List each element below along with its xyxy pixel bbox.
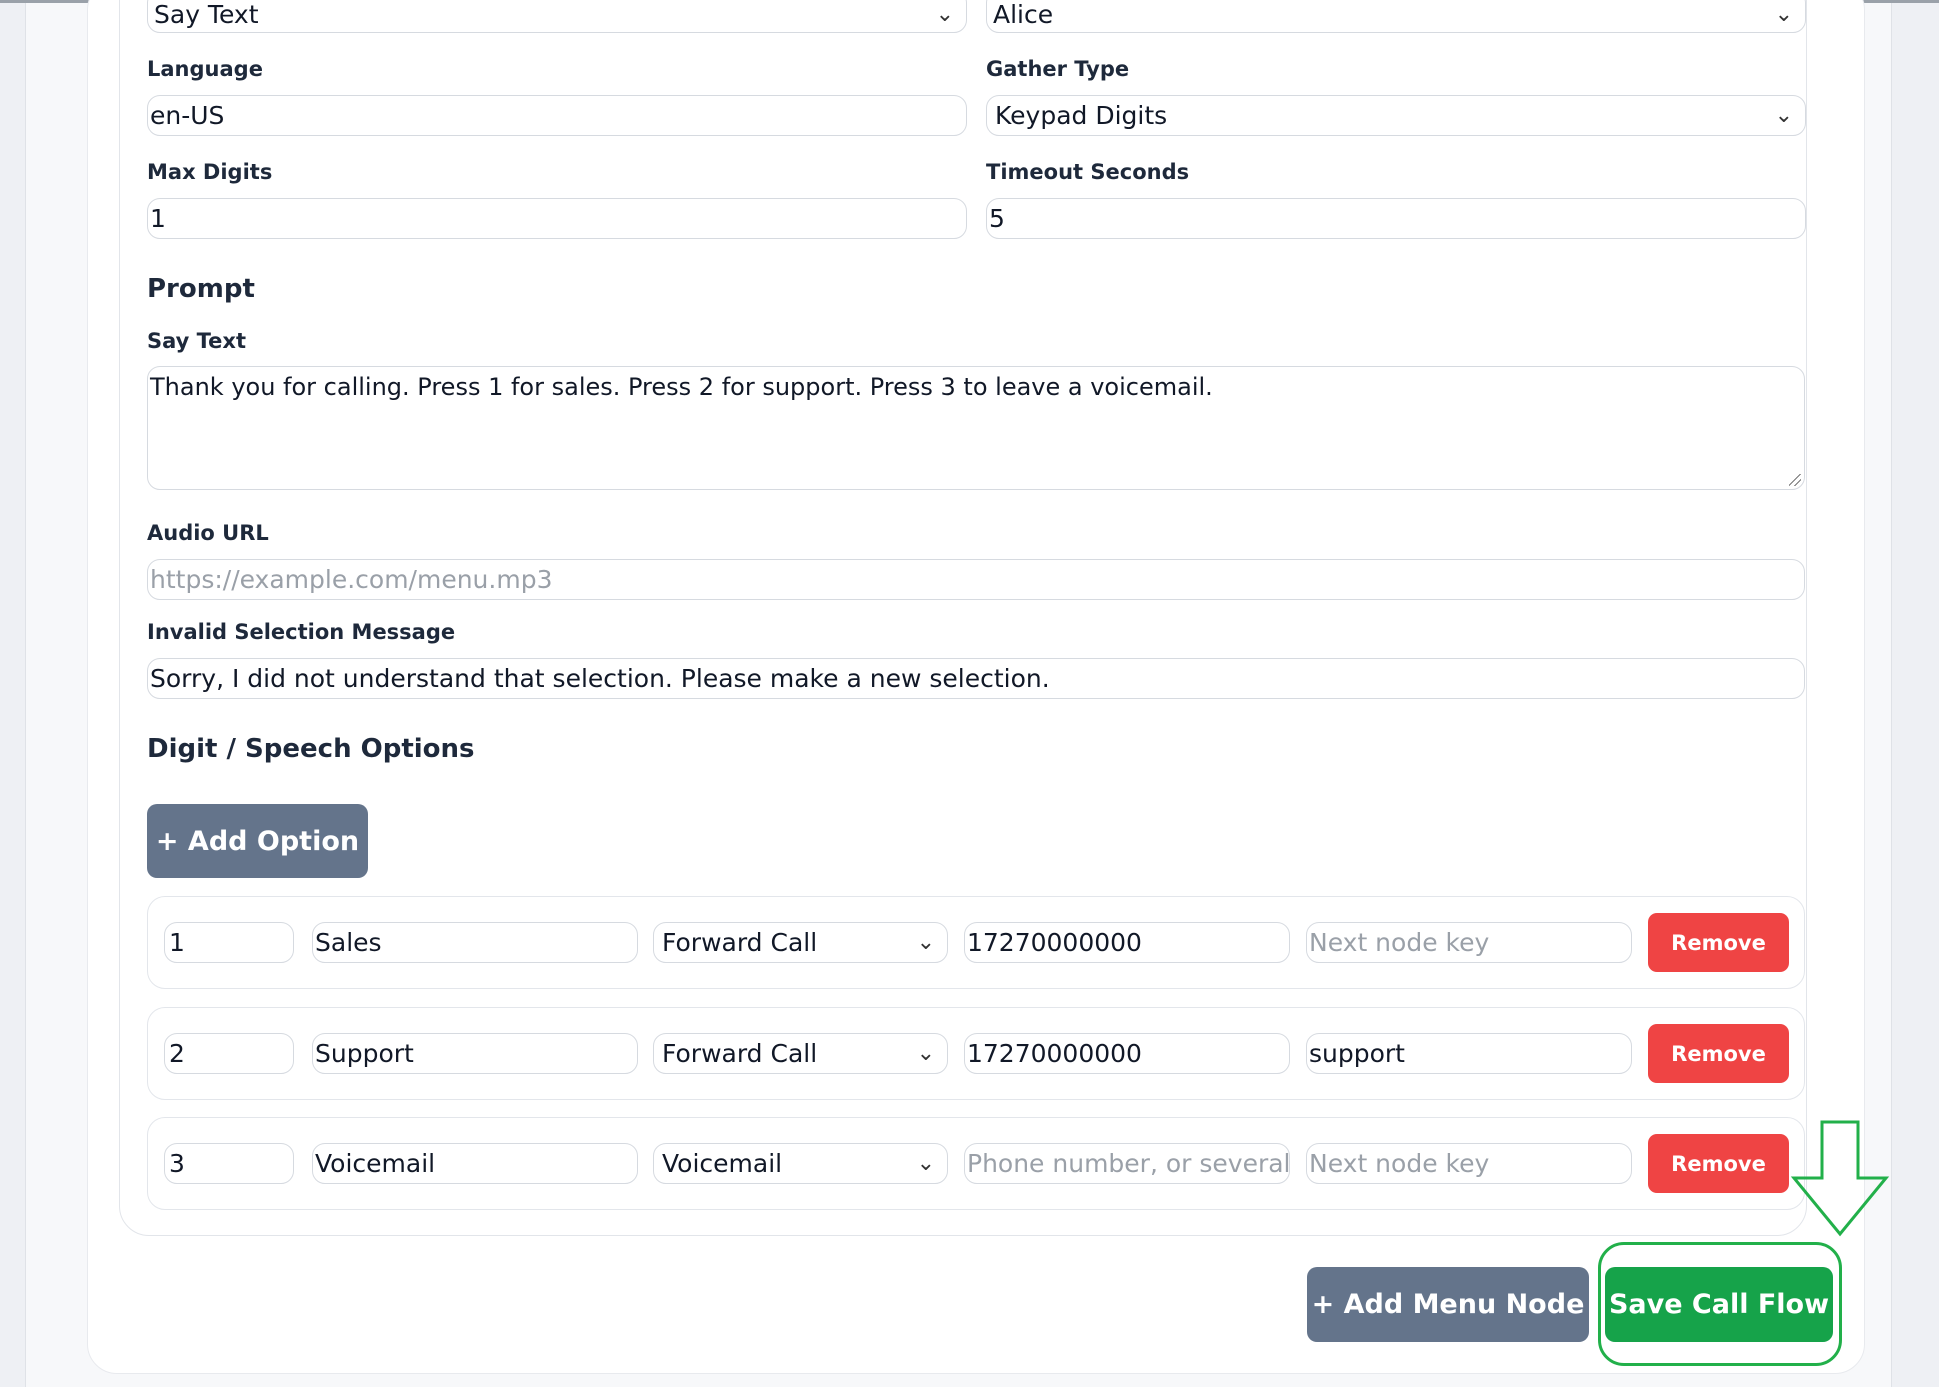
option-action-select[interactable]: Voicemail ⌄ (653, 1143, 948, 1184)
option-name-value: Sales (315, 928, 382, 957)
say-text-textarea[interactable]: Thank you for calling. Press 1 for sales… (147, 366, 1805, 490)
option-name-input[interactable]: Sales (312, 922, 638, 963)
chevron-down-icon: ⌄ (1774, 103, 1793, 128)
gather-type-label: Gather Type (986, 57, 1130, 81)
remove-option-button[interactable]: Remove (1648, 1024, 1789, 1083)
prompt-type-value: Say Text (154, 0, 259, 29)
arrow-down-icon (1790, 1120, 1890, 1237)
resize-handle-icon[interactable] (1789, 474, 1801, 486)
option-digit-value: 1 (169, 928, 185, 957)
option-digit-value: 2 (169, 1039, 185, 1068)
gather-type-value: Keypad Digits (995, 101, 1168, 130)
option-action-select[interactable]: Forward Call ⌄ (653, 1033, 948, 1074)
chevron-down-icon: ⌄ (916, 930, 935, 955)
option-target-input[interactable]: 17270000000 (964, 922, 1290, 963)
option-digit-input[interactable]: 2 (164, 1033, 294, 1074)
invalid-selection-label: Invalid Selection Message (147, 620, 456, 644)
option-name-input[interactable]: Support (312, 1033, 638, 1074)
option-digit-input[interactable]: 3 (164, 1143, 294, 1184)
audio-url-label: Audio URL (147, 521, 269, 545)
option-row: 1 Sales Forward Call ⌄ 17270000000 Next … (147, 896, 1805, 989)
prompt-type-select[interactable]: Say Text ⌄ (147, 0, 967, 33)
remove-option-button[interactable]: Remove (1648, 913, 1789, 972)
gather-type-select[interactable]: Keypad Digits ⌄ (986, 95, 1806, 136)
option-next-node-input[interactable]: Next node key (1306, 922, 1632, 963)
invalid-selection-value: Sorry, I did not understand that selecti… (150, 664, 1050, 693)
option-name-value: Voicemail (315, 1149, 436, 1178)
option-action-value: Voicemail (662, 1149, 783, 1178)
option-next-node-placeholder: Next node key (1309, 1149, 1490, 1178)
audio-url-placeholder: https://example.com/menu.mp3 (150, 565, 553, 594)
option-target-placeholder: Phone number, or several se (967, 1149, 1290, 1178)
say-text-label: Say Text (147, 329, 247, 353)
option-target-value: 17270000000 (967, 928, 1142, 957)
language-input[interactable]: en-US (147, 95, 967, 136)
language-value: en-US (150, 101, 225, 130)
timeout-seconds-label: Timeout Seconds (986, 160, 1190, 184)
add-menu-node-button[interactable]: + Add Menu Node (1307, 1267, 1589, 1342)
invalid-selection-input[interactable]: Sorry, I did not understand that selecti… (147, 658, 1805, 699)
option-action-value: Forward Call (662, 928, 818, 957)
chevron-down-icon: ⌄ (935, 2, 954, 27)
timeout-seconds-value: 5 (989, 204, 1005, 233)
option-target-value: 17270000000 (967, 1039, 1142, 1068)
option-name-value: Support (315, 1039, 414, 1068)
option-digit-input[interactable]: 1 (164, 922, 294, 963)
chevron-down-icon: ⌄ (916, 1041, 935, 1066)
options-heading: Digit / Speech Options (147, 734, 475, 764)
max-digits-input[interactable]: 1 (147, 198, 967, 239)
chevron-down-icon: ⌄ (1774, 2, 1793, 27)
option-name-input[interactable]: Voicemail (312, 1143, 638, 1184)
voice-select[interactable]: Alice ⌄ (986, 0, 1806, 33)
remove-option-button[interactable]: Remove (1648, 1134, 1789, 1193)
voice-value: Alice (993, 0, 1054, 29)
option-next-node-value: support (1309, 1039, 1405, 1068)
language-label: Language (147, 57, 263, 81)
chevron-down-icon: ⌄ (916, 1151, 935, 1176)
option-next-node-input[interactable]: Next node key (1306, 1143, 1632, 1184)
option-row: 2 Support Forward Call ⌄ 17270000000 sup… (147, 1007, 1805, 1100)
annotation-highlight (1598, 1242, 1842, 1366)
option-digit-value: 3 (169, 1149, 185, 1178)
max-digits-value: 1 (150, 204, 166, 233)
option-action-select[interactable]: Forward Call ⌄ (653, 922, 948, 963)
audio-url-input[interactable]: https://example.com/menu.mp3 (147, 559, 1805, 600)
add-option-button[interactable]: + Add Option (147, 804, 368, 878)
option-next-node-input[interactable]: support (1306, 1033, 1632, 1074)
timeout-seconds-input[interactable]: 5 (986, 198, 1806, 239)
option-next-node-placeholder: Next node key (1309, 928, 1490, 957)
option-target-input[interactable]: 17270000000 (964, 1033, 1290, 1074)
max-digits-label: Max Digits (147, 160, 273, 184)
say-text-value: Thank you for calling. Press 1 for sales… (150, 373, 1213, 401)
option-target-input[interactable]: Phone number, or several se (964, 1143, 1290, 1184)
option-row: 3 Voicemail Voicemail ⌄ Phone number, or… (147, 1117, 1805, 1210)
prompt-heading: Prompt (147, 274, 255, 304)
option-action-value: Forward Call (662, 1039, 818, 1068)
